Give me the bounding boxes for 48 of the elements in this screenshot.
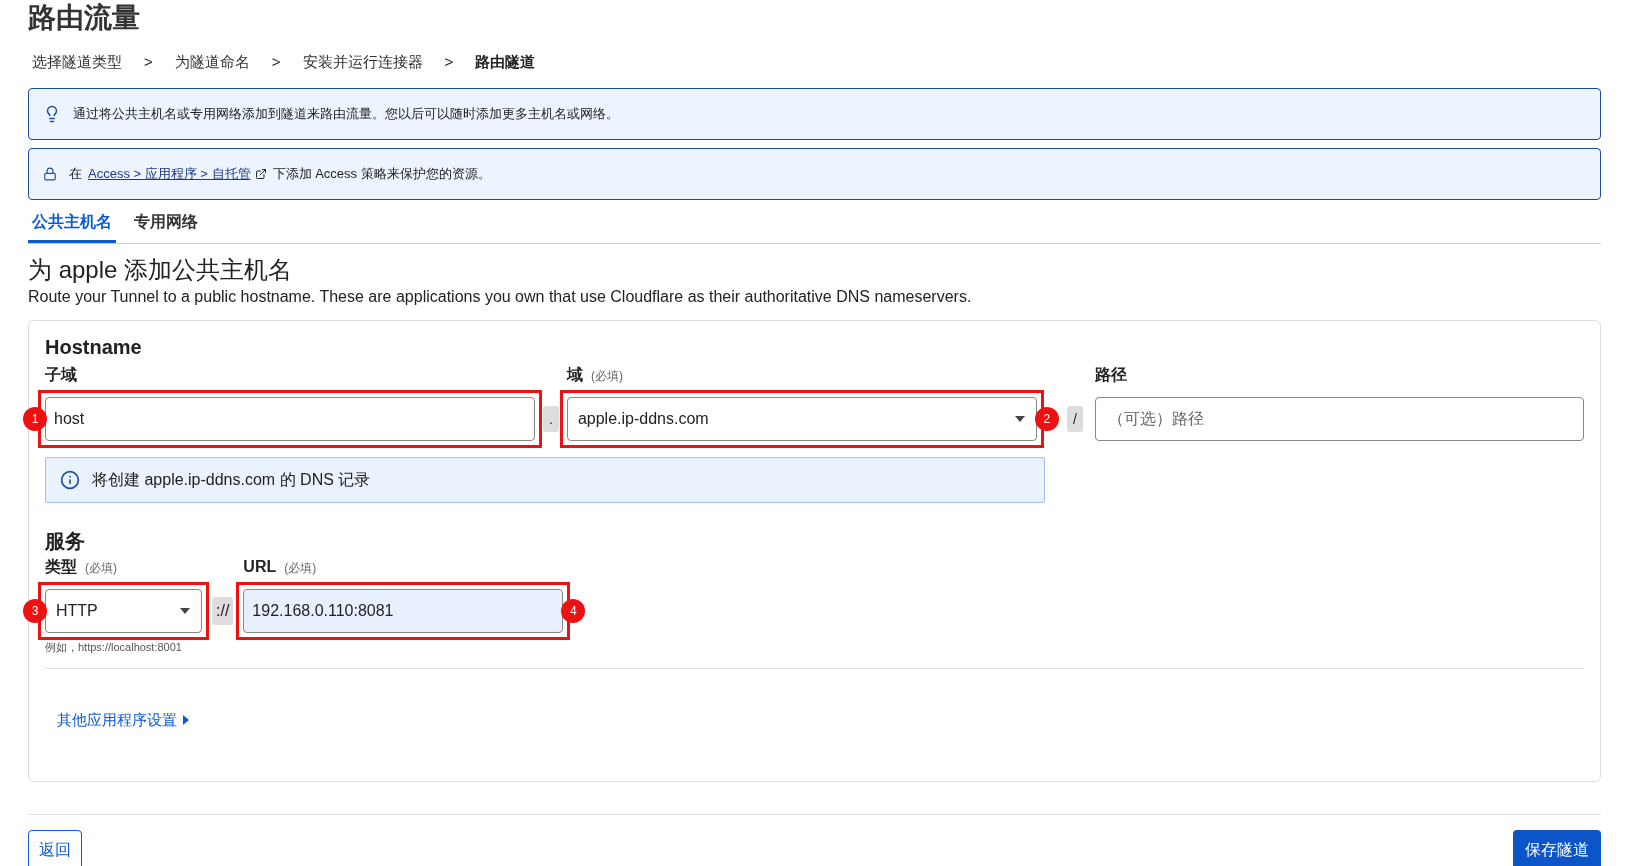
caret-icon: [1013, 415, 1026, 423]
back-button[interactable]: 返回: [28, 830, 82, 866]
breadcrumb-step: 选择隧道类型: [32, 50, 122, 74]
path-field[interactable]: （可选）路径: [1094, 397, 1584, 441]
annotation-badge: 1: [23, 407, 47, 431]
caret-right-icon: [183, 714, 189, 725]
subdomain-field[interactable]: host: [45, 397, 535, 441]
other-settings-link[interactable]: 其他应用程序设置: [57, 708, 189, 731]
field-label: 路径: [1094, 365, 1127, 385]
field-label: 子域: [45, 365, 77, 385]
breadcrumb-step: 为隧道命名: [174, 50, 250, 74]
tab[interactable]: 公共主机名: [28, 210, 116, 243]
url-field[interactable]: 192.168.0.110:8081: [243, 589, 564, 633]
save-tunnel-button[interactable]: 保存隧道: [1513, 830, 1601, 866]
separator-slash: /: [1066, 406, 1083, 432]
caret-icon: [179, 607, 191, 615]
hostname-title: Hostname: [45, 335, 143, 360]
breadcrumb-step: 安装并运行连接器: [302, 50, 423, 74]
field-label: URL: [243, 557, 277, 577]
service-title: 服务: [45, 529, 86, 554]
banner-text: 在: [69, 165, 82, 184]
breadcrumb-separator: >: [271, 51, 281, 72]
annotation-badge: 3: [23, 599, 47, 623]
banner-text: 下添加 Access 策略来保护您的资源。: [272, 165, 491, 184]
banner-text: 通过将公共主机名或专用网络添加到隧道来路由流量。您以后可以随时添加更多主机名或网络。: [73, 105, 619, 124]
type-select[interactable]: HTTP: [45, 589, 202, 633]
tab[interactable]: 专用网络: [130, 210, 202, 243]
dns-notice: 将创建 apple.ip-ddns.com 的 DNS 记录: [45, 457, 1045, 503]
type-hint: 例如，https://localhost:8001: [45, 640, 183, 655]
annotation-badge: 2: [1034, 407, 1059, 431]
lock-icon: [43, 167, 57, 181]
scheme-separator: ://: [212, 597, 234, 625]
required-note: (必填): [284, 560, 317, 576]
section-description: Route your Tunnel to a public hostname. These are applications you own that use Cloudflare as their authoritative DNS nameservers.: [28, 287, 973, 307]
access-link[interactable]: Access > 应用程序 > 自托管: [88, 164, 267, 184]
breadcrumb-step: 路由隧道: [475, 50, 536, 74]
required-note: (必填): [85, 560, 117, 576]
breadcrumb-separator: >: [444, 51, 454, 72]
external-link-icon: [254, 168, 267, 180]
domain-select[interactable]: apple.ip-ddns.com: [566, 397, 1037, 441]
page-title: 路由流量: [28, 1, 141, 35]
field-label: 域: [566, 365, 583, 385]
annotation-badge: 4: [561, 599, 586, 623]
info-icon: [60, 470, 80, 490]
breadcrumb-separator: >: [144, 51, 153, 72]
required-note: (必填): [590, 368, 623, 384]
section-heading: 为 apple 添加公共主机名: [28, 255, 294, 285]
field-label: 类型: [45, 557, 77, 577]
